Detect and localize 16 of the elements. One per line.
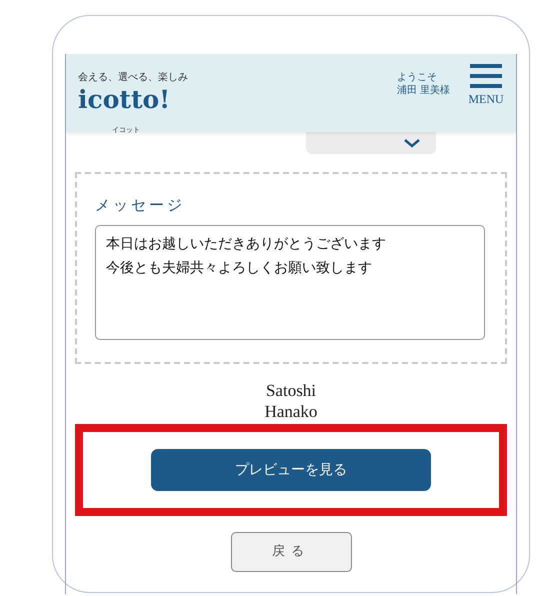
menu-icon bbox=[470, 63, 502, 89]
message-field[interactable]: 本日はお越しいただきありがとうございます 今後とも夫婦共々よろしくお願い致します bbox=[95, 224, 485, 340]
signature-name: Satoshi bbox=[266, 380, 316, 401]
tagline: 会える、選べる、楽しみ bbox=[78, 73, 188, 83]
chevron-icon bbox=[404, 138, 420, 148]
logo[interactable]: icotto! bbox=[78, 85, 170, 114]
dropdown[interactable] bbox=[306, 132, 436, 154]
welcome-text: ようこそ bbox=[396, 71, 438, 84]
preview-button[interactable]: プレビューを見る bbox=[151, 449, 431, 491]
message-line: 本日はお越しいただきありがとうございます bbox=[106, 234, 386, 254]
menu-button[interactable]: MENU bbox=[466, 63, 506, 105]
signature-name: Hanako bbox=[264, 400, 318, 422]
back-button[interactable]: 戻る bbox=[230, 532, 352, 572]
message-label: メッセージ bbox=[95, 195, 186, 216]
message-line: 今後とも夫婦共々よろしくお願い致します bbox=[106, 259, 372, 278]
user-name: 浦田 里美様 bbox=[396, 84, 450, 97]
